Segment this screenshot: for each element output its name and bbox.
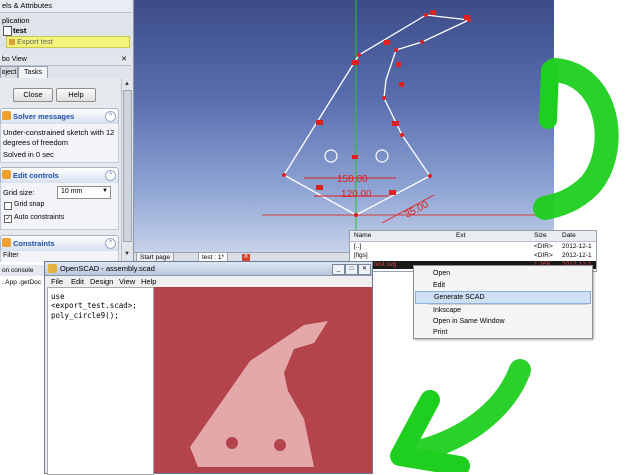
solver-status-text: Solved in 0 sec — [3, 150, 54, 159]
menu-edit[interactable]: Edit — [71, 277, 84, 286]
dimension-120: 120.00 — [341, 189, 372, 200]
help-button[interactable]: Help — [56, 88, 96, 102]
rendered-hole-right — [274, 439, 286, 451]
chevron-up-icon[interactable]: ^ — [105, 170, 116, 181]
col-ext[interactable]: Ext — [456, 232, 465, 239]
dimension-150: 150.00 — [337, 174, 368, 185]
solver-icon — [2, 111, 11, 120]
grid-snap-label: Grid snap — [14, 201, 45, 208]
sketch-icon — [9, 39, 15, 45]
sketch-vertices — [282, 13, 471, 217]
constraint-symbols — [316, 10, 470, 195]
edit-controls-header[interactable]: Edit controls ^ — [0, 167, 119, 184]
close-tab-icon[interactable]: ✕ — [242, 254, 250, 261]
document-icon — [3, 26, 12, 36]
sketch-viewport[interactable]: 150.00 120.00 35.00 — [134, 0, 554, 252]
solver-messages-body: Under-constrained sketch with 12 degrees… — [0, 124, 119, 163]
maximize-icon[interactable]: □ — [345, 264, 358, 275]
code-line: use <export_test.scad>; — [51, 292, 137, 310]
chevron-down-icon: ▼ — [102, 188, 108, 194]
task-panel: Close Help Solver messages ^ Under-const… — [0, 78, 121, 262]
green-arrow-lower — [404, 359, 531, 463]
openscad-titlebar[interactable]: OpenSCAD - assembly.scad _ □ ✕ — [45, 262, 372, 276]
tree-header: els & Attributes — [0, 0, 131, 13]
dimension-35: 35.00 — [403, 199, 431, 221]
openscad-logo-icon — [48, 264, 57, 273]
file-row[interactable]: [..] <DIR> 2012-12-1 — [350, 243, 596, 251]
close-icon[interactable]: ✕ — [121, 55, 127, 63]
menu-design[interactable]: Design — [90, 277, 113, 286]
hole-left — [324, 149, 338, 163]
scroll-up-icon[interactable]: ▲ — [123, 80, 131, 88]
tree-document-item[interactable]: test — [13, 26, 26, 35]
auto-constraints-checkbox[interactable]: ✓ — [4, 215, 12, 223]
rendered-hole-left — [226, 437, 238, 449]
scroll-down-icon[interactable]: ▼ — [123, 250, 131, 258]
close-button[interactable]: Close — [13, 88, 53, 102]
solver-messages-header[interactable]: Solver messages ^ — [0, 108, 119, 125]
chevron-up-icon[interactable]: ^ — [105, 238, 116, 249]
hole-right — [375, 149, 389, 163]
freecad-left-panel: els & Attributes plication test Export t… — [0, 0, 134, 262]
col-date[interactable]: Date — [562, 232, 576, 239]
constraints-icon — [2, 238, 11, 247]
openscad-menubar: File Edit Design View Help — [45, 276, 372, 287]
grid-snap-checkbox[interactable] — [4, 202, 12, 210]
tree-application-label: plication — [2, 16, 30, 25]
tab-tasks[interactable]: Tasks — [18, 66, 48, 78]
sketch-outline — [283, 14, 472, 216]
col-name[interactable]: Name — [354, 232, 371, 239]
menu-item-open-same-window[interactable]: Open in Same Window — [415, 316, 591, 327]
menu-file[interactable]: File — [51, 277, 63, 286]
code-line: poly_circle9(); — [51, 311, 119, 320]
edit-controls-body: Grid size: 10 mm ▼ Grid snap ✓ Auto cons… — [0, 183, 119, 230]
minimize-icon[interactable]: _ — [332, 264, 345, 275]
context-menu: Open Edit Generate SCAD Inkscape Open in… — [413, 265, 593, 339]
menu-item-print[interactable]: Print — [415, 327, 591, 338]
console-line: . App .getDoc — [2, 279, 42, 286]
render-preview[interactable] — [154, 287, 372, 473]
tree-item-export-test[interactable]: Export test — [6, 36, 130, 48]
col-size[interactable]: Size — [534, 232, 547, 239]
close-icon[interactable]: ✕ — [358, 264, 371, 275]
constraints-header[interactable]: Constraints ^ — [0, 235, 119, 252]
grid-size-select[interactable]: 10 mm ▼ — [57, 186, 111, 199]
grid-size-label: Grid size: — [3, 188, 35, 197]
file-row[interactable]: [figs] <DIR> 2012-12-1 — [350, 252, 596, 260]
scrollbar-thumb[interactable] — [123, 90, 132, 242]
combo-view-header: bo View ✕ — [0, 55, 131, 66]
file-list-header: Name Ext Size Date — [350, 231, 596, 242]
tab-project[interactable]: oject — [0, 66, 18, 78]
task-panel-scrollbar[interactable]: ▲ ▼ — [121, 78, 132, 262]
solver-message-text: Under-constrained sketch with 12 degrees… — [3, 128, 115, 147]
green-arrow-upper — [533, 58, 619, 220]
openscad-window-title: OpenSCAD - assembly.scad — [60, 264, 155, 273]
rendered-shape — [190, 321, 328, 467]
menu-help[interactable]: Help — [141, 277, 156, 286]
green-arrow-lower-head — [390, 390, 470, 472]
report-console: . App .getDoc — [0, 276, 44, 472]
menu-item-edit[interactable]: Edit — [415, 280, 591, 291]
code-editor[interactable]: use <export_test.scad>; poly_circle9(); — [47, 287, 154, 475]
menu-item-open[interactable]: Open — [415, 268, 591, 279]
openscad-window: OpenSCAD - assembly.scad _ □ ✕ File Edit… — [44, 261, 373, 475]
menu-view[interactable]: View — [119, 277, 135, 286]
edit-controls-icon — [2, 170, 11, 179]
chevron-up-icon[interactable]: ^ — [105, 111, 116, 122]
menu-item-inkscape[interactable]: Inkscape — [415, 305, 591, 316]
filter-label: Filter — [3, 252, 19, 259]
menu-item-generate-scad[interactable]: Generate SCAD — [415, 291, 591, 304]
combo-view-tabs: oject Tasks — [0, 66, 131, 78]
auto-constraints-label: Auto constraints — [14, 214, 65, 221]
